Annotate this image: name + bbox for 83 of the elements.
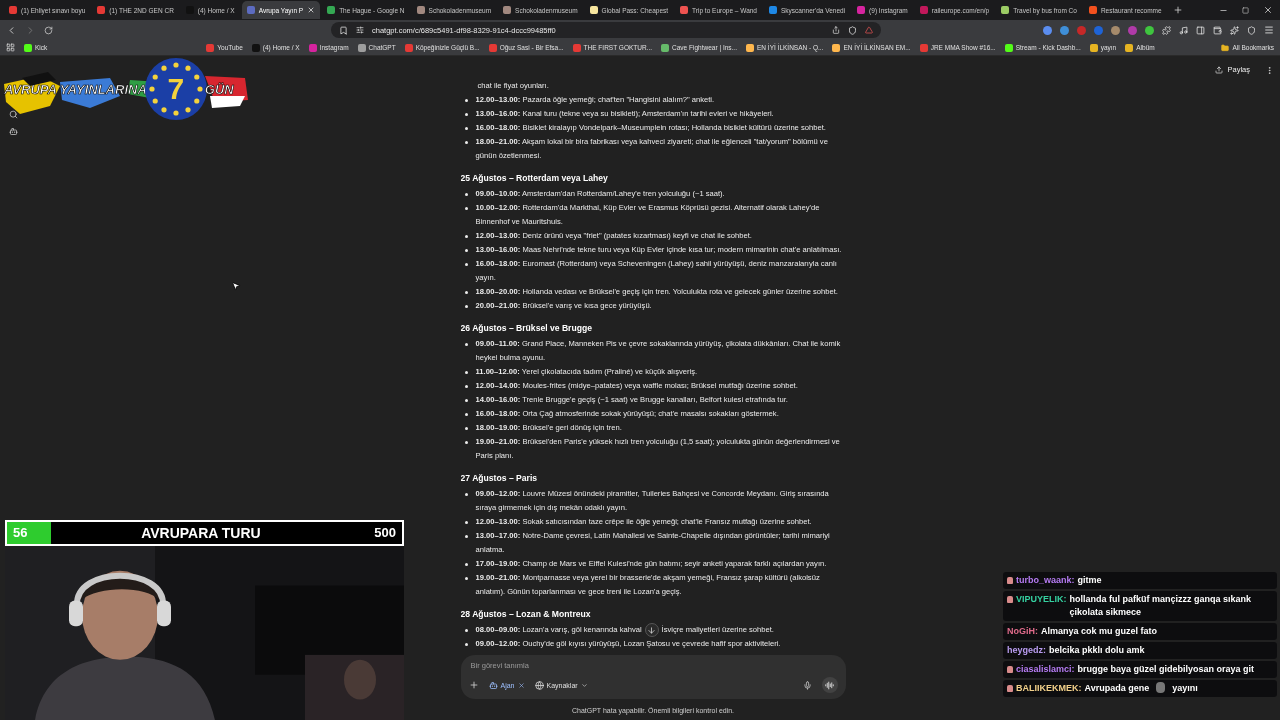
microphone-icon	[802, 680, 812, 690]
more-icon[interactable]	[1265, 66, 1274, 75]
goal-current: 56	[13, 525, 28, 541]
new-tab-button[interactable]	[1172, 5, 1183, 15]
bullet-icon	[464, 629, 468, 632]
bullet-icon	[464, 291, 468, 294]
agent-icon[interactable]	[8, 127, 18, 136]
chat-text: brugge baya güzel gidebilyosan oraya git	[1077, 663, 1256, 676]
bullet-icon	[464, 113, 468, 116]
plus-icon	[468, 680, 479, 690]
globe-icon	[534, 680, 544, 690]
day-heading: 25 Ağustos – Rotterdam veya Lahey	[460, 172, 609, 185]
sound-wave-icon	[825, 680, 834, 690]
chat-username: VIPUYELIK:	[1016, 593, 1067, 606]
reload-icon	[44, 25, 53, 35]
day-heading: 27 Ağustos – Paris	[460, 472, 539, 485]
wallet-icon[interactable]	[1213, 25, 1222, 35]
goal-target: 500	[374, 525, 396, 541]
goal-title: AVRUPARA TURU	[141, 524, 261, 541]
microphone-button[interactable]	[802, 680, 812, 690]
bullet-icon	[464, 577, 468, 580]
chat-text: gitme	[1077, 574, 1103, 587]
chat-username: ciasalislamci:	[1016, 663, 1075, 676]
chat-text: Almanya cok mu guzel fato	[1041, 625, 1159, 638]
bookmark-icon[interactable]	[339, 25, 348, 35]
bullet-icon	[464, 343, 468, 346]
close-icon	[1263, 5, 1273, 15]
bullet-icon	[464, 141, 468, 144]
bullet-icon	[464, 305, 468, 308]
chat-text: yayını	[1172, 682, 1198, 695]
sparkle-icon[interactable]	[1230, 25, 1239, 35]
chat-text: hollanda ful pafküf mançizzz ganqa sıkank çikolata sikmece	[1069, 593, 1253, 619]
chat-username: NoGiH:	[1007, 625, 1038, 638]
plus-icon	[1172, 5, 1183, 15]
bullet-icon	[464, 563, 468, 566]
site-settings-icon[interactable]	[356, 26, 364, 34]
add-button[interactable]	[468, 680, 479, 690]
bullet-icon	[464, 249, 468, 252]
sidebar-icon[interactable]	[1196, 25, 1205, 35]
scroll-down-button[interactable]	[644, 623, 659, 637]
shield-icon[interactable]	[1247, 25, 1256, 35]
chat-username: heygedz:	[1007, 644, 1046, 657]
bullet-icon	[464, 493, 468, 496]
close-icon[interactable]	[517, 681, 525, 689]
shield-icon[interactable]	[848, 25, 857, 35]
bullet-icon	[464, 127, 468, 130]
close-icon[interactable]	[307, 6, 316, 14]
bullet-icon	[464, 207, 468, 210]
voice-button[interactable]	[821, 677, 838, 693]
bullet-icon	[464, 193, 468, 196]
bullet-icon	[464, 385, 468, 388]
bullet-icon	[464, 643, 468, 646]
cursor-icon	[231, 281, 241, 291]
share-icon	[1215, 65, 1224, 74]
extensions-icon[interactable]	[1162, 25, 1171, 35]
bullet-icon	[464, 263, 468, 266]
day-heading: 26 Ağustos – Brüksel ve Brugge	[460, 322, 593, 335]
maximize-icon	[1241, 6, 1249, 14]
reload-button[interactable]	[44, 25, 53, 35]
menu-icon[interactable]	[1264, 25, 1274, 35]
bullet-icon	[464, 427, 468, 430]
bullet-icon	[464, 521, 468, 524]
triangle-icon[interactable]	[865, 26, 873, 34]
bullet-icon	[464, 99, 468, 102]
chat-username: turbo_waank:	[1016, 574, 1075, 587]
bullet-icon	[464, 399, 468, 402]
music-icon[interactable]	[1179, 25, 1188, 35]
bullet-icon	[464, 413, 468, 416]
apps-icon[interactable]	[6, 43, 15, 52]
bullet-icon	[464, 235, 468, 238]
chat-username: BALIIKEKMEK:	[1016, 682, 1082, 695]
search-icon[interactable]	[8, 110, 18, 119]
robot-icon	[488, 680, 498, 690]
share-icon[interactable]	[832, 26, 840, 34]
bullet-icon	[464, 441, 468, 444]
chat-text: Avrupada gene	[1084, 682, 1150, 695]
arrow-down-icon	[647, 625, 657, 635]
bullet-icon	[464, 535, 468, 538]
day-heading: 28 Ağustos – Lozan & Montreux	[460, 608, 592, 621]
caret-icon	[580, 681, 588, 689]
folder-icon	[1221, 43, 1230, 52]
chat-text: belcika pkklı dolu amk	[1049, 644, 1146, 657]
bullet-icon	[464, 371, 468, 374]
